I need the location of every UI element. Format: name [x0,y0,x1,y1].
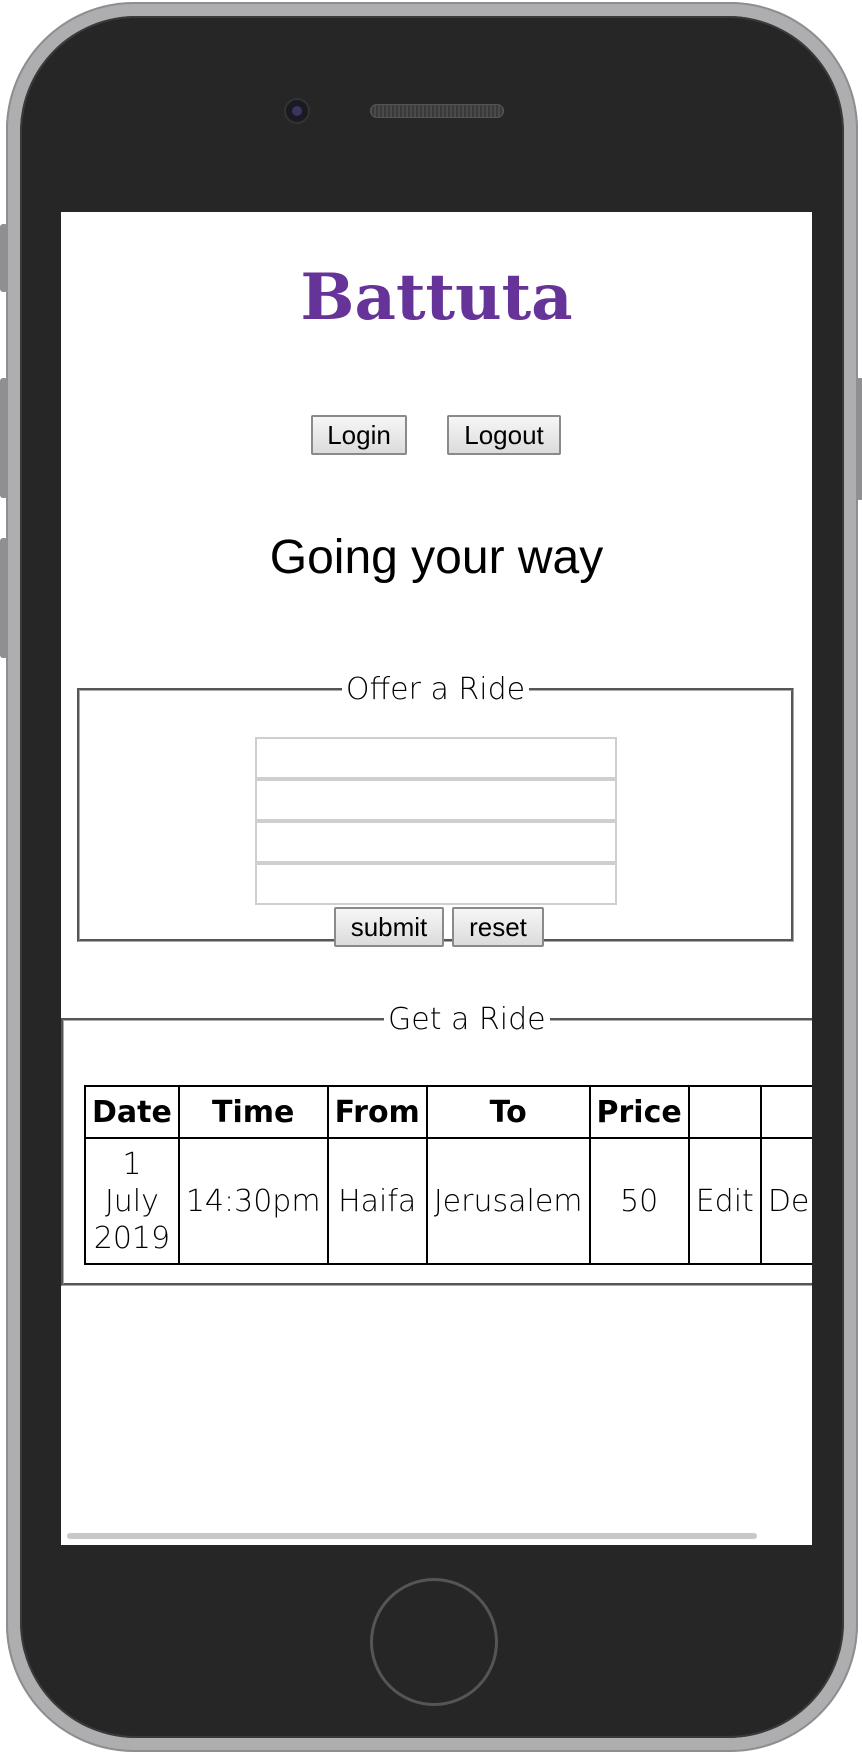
offer-field-4[interactable] [255,863,617,905]
horizontal-scrollbar[interactable] [67,1533,757,1539]
delete-link[interactable]: Delete [759,1137,812,1265]
table-header-row: Date Time From To Price [84,1085,812,1139]
cell-date-year: 2019 [93,1220,171,1256]
reset-button[interactable]: reset [452,907,544,947]
speaker-grille [370,104,504,118]
offer-field-1[interactable] [255,737,617,779]
login-button[interactable]: Login [311,415,407,455]
offer-ride-fieldset: Offer a Ride submit reset [77,672,794,947]
column-header-delete [759,1085,812,1139]
cell-date: 1 July 2019 [84,1137,180,1265]
column-header-time: Time [177,1085,329,1139]
column-header-from: From [326,1085,428,1139]
cell-from: Haifa [326,1137,428,1265]
cell-date-month: July [104,1183,159,1219]
submit-button[interactable]: submit [334,907,444,947]
rides-table: Date Time From To Price 1 July 2019 14:3… [84,1085,812,1265]
camera-icon [286,100,308,122]
silent-switch [0,224,8,292]
column-header-date: Date [84,1085,180,1139]
app-logo: Battuta [300,260,573,335]
page-title: Going your way [269,531,604,584]
column-header-to: To [425,1085,591,1139]
home-button[interactable] [370,1578,498,1706]
screen: Battuta Login Logout Going your way Offe… [61,212,812,1545]
cell-date-day: 1 [122,1146,142,1182]
table-row: 1 July 2019 14:30pm Haifa Jerusalem 50 E… [84,1137,812,1265]
offer-field-2[interactable] [255,779,617,821]
offer-ride-legend: Offer a Ride [345,672,526,707]
cell-price: 50 [588,1137,690,1265]
volume-down-button [0,538,8,658]
cell-time: 14:30pm [177,1137,329,1265]
edit-link[interactable]: Edit [687,1137,762,1265]
column-header-edit [687,1085,762,1139]
column-header-price: Price [588,1085,690,1139]
volume-up-button [0,378,8,498]
logout-button[interactable]: Logout [447,415,561,455]
cell-to: Jerusalem [425,1137,591,1265]
offer-field-3[interactable] [255,821,617,863]
power-button [856,378,862,500]
get-ride-legend: Get a Ride [388,1002,546,1037]
phone-frame: Battuta Login Logout Going your way Offe… [0,2,862,1752]
get-ride-fieldset: Get a Ride Date Time From To Price 1 Jul… [61,1002,812,1286]
